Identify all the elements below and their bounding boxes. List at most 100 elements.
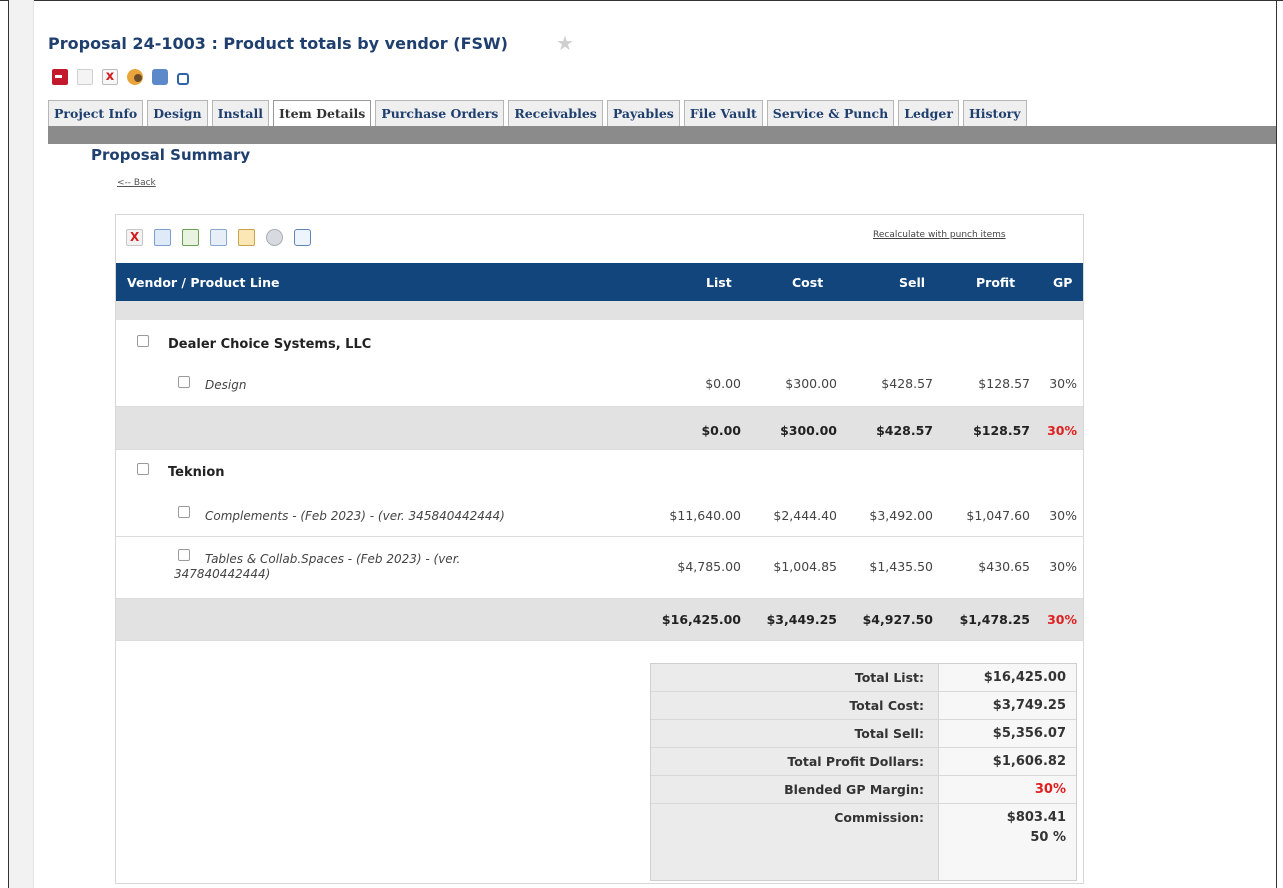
product-line-checkbox[interactable] bbox=[178, 376, 190, 388]
recalculate-link[interactable]: Recalculate with punch items bbox=[873, 230, 1006, 240]
summary-label: Commission: bbox=[651, 804, 939, 880]
tab-item-details[interactable]: Item Details bbox=[272, 100, 372, 127]
summary-value: $3,749.25 bbox=[939, 692, 1076, 719]
tab-file-vault[interactable]: File Vault bbox=[683, 100, 763, 126]
vendor-name: Teknion bbox=[168, 465, 225, 480]
back-link[interactable]: <-- Back bbox=[117, 178, 156, 188]
search-icon[interactable] bbox=[294, 229, 311, 246]
pdf-icon[interactable] bbox=[126, 229, 143, 246]
cell-cost: $2,444.40 bbox=[773, 508, 837, 523]
summary-row: Total Cost: $3,749.25 bbox=[651, 692, 1076, 720]
summary-value: $803.41 bbox=[1006, 810, 1066, 825]
summary-label: Blended GP Margin: bbox=[651, 776, 939, 803]
section-title: Proposal Summary bbox=[91, 146, 251, 164]
tab-install[interactable]: Install bbox=[211, 100, 269, 126]
subtotal-list: $16,425.00 bbox=[661, 612, 741, 627]
cell-profit: $430.65 bbox=[978, 559, 1030, 574]
vendor-checkbox[interactable] bbox=[137, 335, 149, 347]
tab-payables[interactable]: Payables bbox=[606, 100, 680, 126]
tag-icon[interactable] bbox=[238, 229, 255, 246]
column-header-cost[interactable]: Cost bbox=[792, 275, 823, 290]
tab-service-punch[interactable]: Service & Punch bbox=[766, 100, 895, 126]
export-icon[interactable] bbox=[182, 229, 199, 246]
contacts-icon[interactable] bbox=[127, 69, 143, 85]
tab-purchase-orders[interactable]: Purchase Orders bbox=[375, 100, 505, 126]
vendor-name: Dealer Choice Systems, LLC bbox=[168, 337, 372, 352]
product-line-name: Complements - (Feb 2023) - (ver. 3458404… bbox=[205, 509, 505, 523]
vendor-checkbox[interactable] bbox=[137, 463, 149, 475]
cell-list: $0.00 bbox=[705, 376, 741, 391]
product-line-name: Design bbox=[205, 378, 247, 392]
summary-value: $16,425.00 bbox=[939, 664, 1076, 691]
favorite-star-icon[interactable]: ★ bbox=[556, 31, 574, 55]
column-header-gp[interactable]: GP bbox=[1053, 275, 1072, 290]
subtotal-row bbox=[116, 407, 1083, 449]
left-sidebar-strip bbox=[8, 0, 34, 888]
cell-cost: $1,004.85 bbox=[773, 559, 837, 574]
summary-value-block: $803.41 50 % bbox=[939, 804, 1076, 880]
subtotal-gp: 30% bbox=[1047, 423, 1077, 438]
subtotal-row bbox=[116, 599, 1083, 640]
row-divider bbox=[116, 536, 1083, 537]
product-line-checkbox[interactable] bbox=[178, 506, 190, 518]
delete-document-icon[interactable]: x bbox=[102, 69, 118, 85]
hierarchy-icon[interactable] bbox=[210, 229, 227, 246]
summary-value: $1,606.82 bbox=[939, 748, 1076, 775]
summary-value-percent: 50 % bbox=[1030, 830, 1066, 845]
tab-strip: Project Info Design Install Item Details… bbox=[48, 100, 1027, 127]
subtotal-profit: $128.57 bbox=[973, 423, 1030, 438]
main-toolbar: x bbox=[52, 66, 189, 88]
cell-gp: 30% bbox=[1049, 559, 1077, 574]
product-line-name: Tables & Collab.Spaces - (Feb 2023) - (v… bbox=[174, 552, 461, 581]
summary-value: $5,356.07 bbox=[939, 720, 1076, 747]
subtotal-sell: $428.57 bbox=[876, 423, 933, 438]
summary-row: Total List: $16,425.00 bbox=[651, 664, 1076, 692]
tab-design[interactable]: Design bbox=[147, 100, 208, 126]
summary-label: Total List: bbox=[651, 664, 939, 691]
tree-icon[interactable] bbox=[154, 229, 171, 246]
column-header-list[interactable]: List bbox=[706, 275, 732, 290]
exit-icon[interactable] bbox=[52, 69, 68, 85]
cell-sell: $1,435.50 bbox=[869, 559, 933, 574]
grid-header: Vendor / Product Line List Cost Sell Pro… bbox=[116, 263, 1083, 301]
cell-profit: $128.57 bbox=[978, 376, 1030, 391]
summary-row: Total Sell: $5,356.07 bbox=[651, 720, 1076, 748]
save-icon[interactable] bbox=[266, 229, 283, 246]
cell-list: $4,785.00 bbox=[677, 559, 741, 574]
cell-gp: 30% bbox=[1049, 508, 1077, 523]
subtotal-profit: $1,478.25 bbox=[959, 612, 1030, 627]
subtotal-cost: $300.00 bbox=[780, 423, 837, 438]
lock-icon[interactable] bbox=[177, 73, 189, 85]
summary-row: Blended GP Margin: 30% bbox=[651, 776, 1076, 804]
tab-bar bbox=[48, 126, 1276, 144]
window-frame-top bbox=[0, 0, 1283, 6]
tab-receivables[interactable]: Receivables bbox=[508, 100, 603, 126]
cell-list: $11,640.00 bbox=[669, 508, 741, 523]
summary-value: 30% bbox=[939, 776, 1076, 803]
cell-sell: $3,492.00 bbox=[869, 508, 933, 523]
subtotal-cost: $3,449.25 bbox=[766, 612, 837, 627]
summary-panel: Recalculate with punch items Vendor / Pr… bbox=[115, 214, 1084, 884]
summary-label: Total Sell: bbox=[651, 720, 939, 747]
column-header-vendor[interactable]: Vendor / Product Line bbox=[127, 275, 279, 290]
summary-label: Total Profit Dollars: bbox=[651, 748, 939, 775]
window-frame-right bbox=[1276, 0, 1277, 888]
tab-ledger[interactable]: Ledger bbox=[898, 100, 959, 126]
print-icon[interactable] bbox=[152, 69, 168, 85]
panel-toolbar bbox=[126, 229, 311, 246]
cell-cost: $300.00 bbox=[785, 376, 837, 391]
grid-spacer bbox=[116, 301, 1083, 320]
column-header-profit[interactable]: Profit bbox=[976, 275, 1015, 290]
column-header-sell[interactable]: Sell bbox=[899, 275, 925, 290]
tab-history[interactable]: History bbox=[962, 100, 1027, 126]
cell-profit: $1,047.60 bbox=[966, 508, 1030, 523]
subtotal-gp: 30% bbox=[1047, 612, 1077, 627]
new-document-icon[interactable] bbox=[77, 69, 93, 85]
tab-project-info[interactable]: Project Info bbox=[48, 100, 144, 126]
cell-sell: $428.57 bbox=[881, 376, 933, 391]
subtotal-list: $0.00 bbox=[701, 423, 741, 438]
row-divider bbox=[116, 640, 1083, 641]
cell-gp: 30% bbox=[1049, 376, 1077, 391]
row-divider bbox=[116, 449, 1083, 450]
subtotal-sell: $4,927.50 bbox=[862, 612, 933, 627]
